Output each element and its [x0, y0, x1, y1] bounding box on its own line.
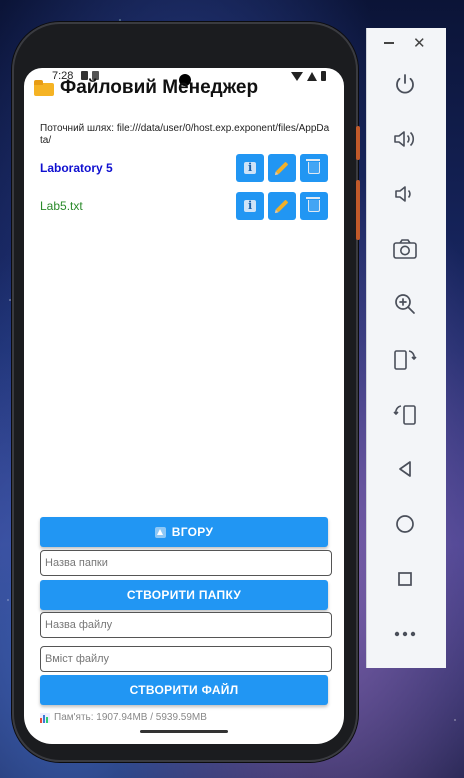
delete-button[interactable]	[300, 192, 328, 220]
folder-icon	[34, 80, 54, 96]
wifi-icon	[291, 71, 303, 81]
gesture-bar[interactable]	[140, 730, 228, 733]
volume-up-icon[interactable]	[387, 121, 423, 157]
info-icon	[244, 199, 256, 212]
info-button[interactable]	[236, 192, 264, 220]
signal-icon	[307, 71, 317, 81]
item-name[interactable]: Lab5.txt	[40, 199, 232, 213]
back-icon[interactable]	[387, 451, 423, 487]
rotate-right-icon[interactable]	[387, 396, 423, 432]
rename-button[interactable]	[268, 192, 296, 220]
up-button[interactable]: ВГОРУ	[40, 517, 328, 547]
more-icon[interactable]	[387, 616, 423, 652]
create-file-button[interactable]: СТВОРИТИ ФАЙЛ	[40, 675, 328, 705]
item-name[interactable]: Laboratory 5	[40, 161, 232, 175]
info-button[interactable]	[236, 154, 264, 182]
pencil-icon	[275, 199, 289, 213]
memory-info: Пам'ять: 1907.94MB / 5939.59MB	[40, 712, 207, 723]
rename-button[interactable]	[268, 154, 296, 182]
folder-name-input[interactable]	[40, 550, 332, 576]
current-path: Поточний шлях: file:///data/user/0/host.…	[40, 123, 330, 146]
up-button-label: ВГОРУ	[171, 525, 214, 539]
minimize-icon[interactable]	[384, 42, 394, 44]
create-folder-button[interactable]: СТВОРИТИ ПАПКУ	[40, 580, 328, 610]
overview-icon[interactable]	[387, 561, 423, 597]
power-icon[interactable]	[387, 66, 423, 102]
close-icon[interactable]: ✕	[413, 34, 426, 52]
delete-button[interactable]	[300, 154, 328, 182]
chart-icon	[40, 712, 50, 723]
phone-volume-button	[356, 180, 360, 240]
emulator-toolbar: ✕	[366, 28, 446, 668]
pencil-icon	[275, 161, 289, 175]
status-icons	[291, 71, 326, 81]
battery-icon	[321, 71, 326, 81]
home-icon[interactable]	[387, 506, 423, 542]
list-item-folder[interactable]: Laboratory 5	[40, 153, 328, 183]
info-icon	[244, 161, 256, 174]
memory-text: Пам'ять: 1907.94MB / 5939.59MB	[54, 712, 207, 723]
arrow-up-icon	[154, 526, 166, 538]
app-screen: 7:28 Файловий Менеджер Поточний шлях: fi…	[24, 68, 344, 744]
page-title-text: Файловий Менеджер	[60, 77, 259, 98]
list-item-file[interactable]: Lab5.txt	[40, 191, 328, 221]
rotate-left-icon[interactable]	[387, 341, 423, 377]
zoom-icon[interactable]	[387, 286, 423, 322]
trash-icon	[306, 197, 320, 212]
file-name-input[interactable]	[40, 612, 332, 638]
file-content-input[interactable]	[40, 646, 332, 672]
camera-icon[interactable]	[387, 231, 423, 267]
phone-power-button	[356, 126, 360, 160]
page-title: Файловий Менеджер	[34, 77, 258, 99]
trash-icon	[306, 159, 320, 174]
volume-down-icon[interactable]	[387, 176, 423, 212]
